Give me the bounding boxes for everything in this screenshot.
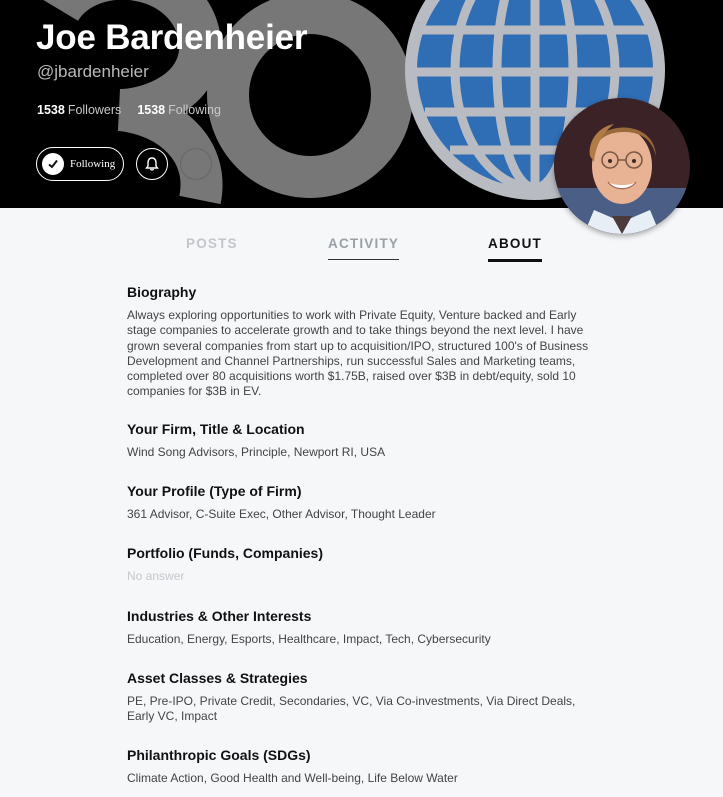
following-label: Following — [168, 103, 221, 117]
section-text: PE, Pre-IPO, Private Credit, Secondaries… — [127, 694, 576, 724]
section-title: Industries & Other Interests — [127, 608, 312, 624]
profile-tabs: POSTS ACTIVITY ABOUT — [0, 236, 723, 266]
tab-activity[interactable]: ACTIVITY — [328, 236, 400, 260]
section-title: Biography — [127, 284, 197, 300]
section-philanthropic-goals: Philanthropic Goals (SDGs) Climate Actio… — [127, 747, 597, 797]
section-text: Wind Song Advisors, Principle, Newport R… — [127, 445, 386, 459]
section-profile-type: Your Profile (Type of Firm) 361 Advisor,… — [127, 483, 597, 545]
followers-label: Followers — [67, 103, 122, 117]
tab-about[interactable]: ABOUT — [488, 236, 542, 262]
following-button-label: Following — [70, 158, 116, 170]
section-title: Asset Classes & Strategies — [127, 670, 308, 686]
following-count: 1538 — [137, 103, 166, 117]
following-button[interactable]: Following — [36, 147, 124, 181]
follow-stats: 1538 Followers 1538 Following — [37, 103, 221, 117]
section-title: Philanthropic Goals (SDGs) — [127, 747, 311, 763]
section-title: Your Profile (Type of Firm) — [127, 483, 302, 499]
section-firm: Your Firm, Title & Location Wind Song Ad… — [127, 421, 597, 483]
section-biography: Biography Always exploring opportunities… — [127, 284, 597, 421]
message-button[interactable] — [180, 148, 212, 180]
profile-name: Joe Bardenheier — [36, 18, 308, 57]
check-icon — [42, 153, 64, 175]
section-portfolio: Portfolio (Funds, Companies) No answer — [127, 545, 597, 608]
section-text: Climate Action, Good Health and Well-bei… — [127, 771, 458, 785]
section-text: Always exploring opportunities to work w… — [127, 308, 589, 399]
followers-count: 1538 — [37, 103, 65, 117]
bell-icon — [145, 157, 159, 171]
tab-posts[interactable]: POSTS — [186, 236, 238, 259]
notification-bell-button[interactable] — [136, 148, 168, 180]
section-industries: Industries & Other Interests Education, … — [127, 608, 597, 670]
section-text: No answer — [127, 569, 185, 583]
section-asset-classes: Asset Classes & Strategies PE, Pre-IPO, … — [127, 670, 597, 747]
following-stat[interactable]: 1538 Following — [137, 103, 221, 117]
section-text: 361 Advisor, C-Suite Exec, Other Advisor… — [127, 507, 436, 521]
profile-actions: Following — [36, 147, 212, 181]
section-text: Education, Energy, Esports, Healthcare, … — [127, 632, 491, 646]
avatar — [554, 98, 690, 234]
profile-handle: @jbardenheier — [37, 62, 149, 81]
chat-icon — [189, 157, 203, 172]
about-content: Biography Always exploring opportunities… — [127, 284, 597, 797]
section-title: Portfolio (Funds, Companies) — [127, 545, 323, 561]
followers-stat[interactable]: 1538 Followers — [37, 103, 121, 117]
section-title: Your Firm, Title & Location — [127, 421, 305, 437]
